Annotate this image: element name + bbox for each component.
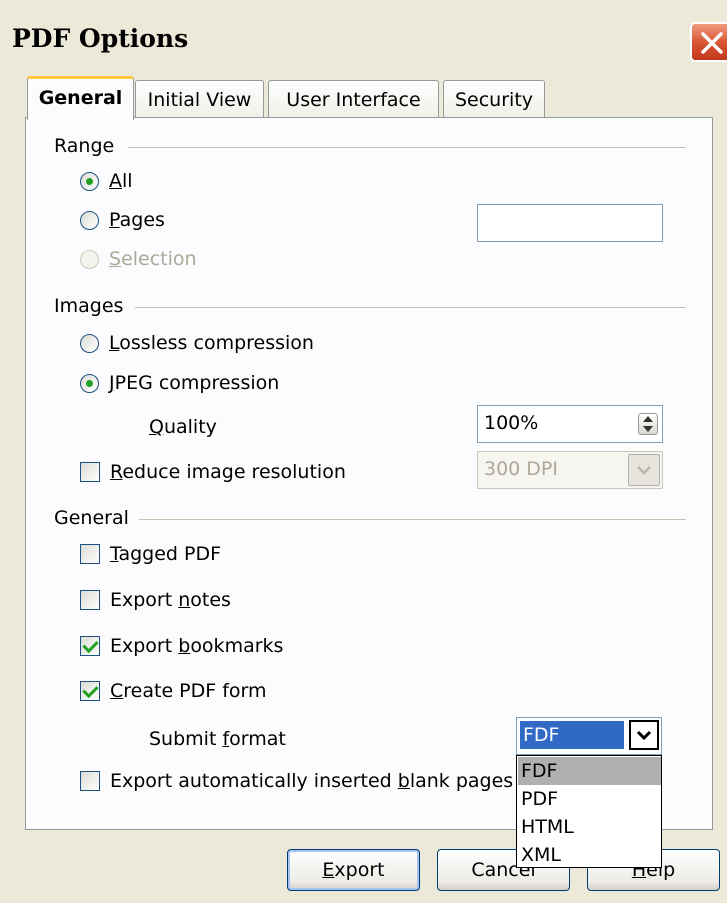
export-notes-checkbox[interactable] (80, 590, 100, 610)
general-heading: General (54, 507, 137, 529)
export-button[interactable]: Export (287, 849, 420, 891)
range-divider (128, 147, 686, 148)
range-selection-radio[interactable] (80, 250, 99, 269)
tab-security[interactable]: Security (443, 80, 545, 119)
dropdown-option-fdf[interactable]: FDF (518, 757, 661, 785)
lossless-compression-radio[interactable] (80, 334, 99, 353)
close-button[interactable] (690, 22, 727, 62)
tab-user-interface[interactable]: User Interface (268, 80, 439, 119)
tagged-pdf-label: Tagged PDF (110, 543, 222, 565)
chevron-down-icon (636, 730, 652, 741)
quality-input[interactable]: 100% (477, 405, 663, 443)
pages-input[interactable] (477, 204, 663, 242)
reduce-resolution-checkbox[interactable] (80, 462, 100, 482)
resolution-dropdown-button[interactable] (628, 454, 660, 486)
submit-format-dropdown-button[interactable] (629, 720, 659, 750)
submit-format-dropdown-list: FDF PDF HTML XML (516, 755, 662, 868)
quality-label: Quality (149, 416, 217, 438)
chevron-down-icon (637, 466, 651, 475)
range-selection-label: Selection (109, 248, 197, 270)
jpeg-compression-label: JPEG compression (109, 372, 280, 394)
export-blank-pages-checkbox[interactable] (80, 771, 100, 791)
quality-spinner[interactable] (638, 413, 658, 435)
range-pages-radio[interactable] (80, 211, 99, 230)
export-bookmarks-label: Export bookmarks (110, 635, 284, 657)
tab-initial-view[interactable]: Initial View (135, 80, 264, 119)
range-heading: Range (54, 135, 123, 157)
tab-general[interactable]: General (27, 76, 134, 120)
images-divider (135, 307, 686, 308)
dropdown-option-html[interactable]: HTML (518, 813, 661, 841)
images-heading: Images (54, 295, 132, 317)
reduce-resolution-label: Reduce image resolution (110, 461, 346, 483)
close-icon (701, 32, 723, 54)
export-notes-label: Export notes (110, 589, 231, 611)
dropdown-option-pdf[interactable]: PDF (518, 785, 661, 813)
lossless-compression-label: Lossless compression (109, 332, 314, 354)
jpeg-compression-radio[interactable] (80, 374, 99, 393)
window-title: PDF Options (12, 24, 189, 53)
create-pdf-form-label: Create PDF form (110, 680, 267, 702)
export-blank-pages-label: Export automatically inserted blank page… (110, 770, 514, 792)
range-pages-label: Pages (109, 209, 165, 231)
submit-format-value: FDF (520, 721, 624, 749)
export-bookmarks-checkbox[interactable] (80, 636, 100, 656)
tagged-pdf-checkbox[interactable] (80, 544, 100, 564)
submit-format-select[interactable]: FDF (516, 717, 662, 755)
range-all-radio[interactable] (80, 172, 99, 191)
dropdown-option-xml[interactable]: XML (518, 841, 661, 869)
general-divider (139, 519, 686, 520)
range-all-label: All (109, 170, 133, 192)
create-pdf-form-checkbox[interactable] (80, 681, 100, 701)
submit-format-label: Submit format (149, 728, 286, 750)
